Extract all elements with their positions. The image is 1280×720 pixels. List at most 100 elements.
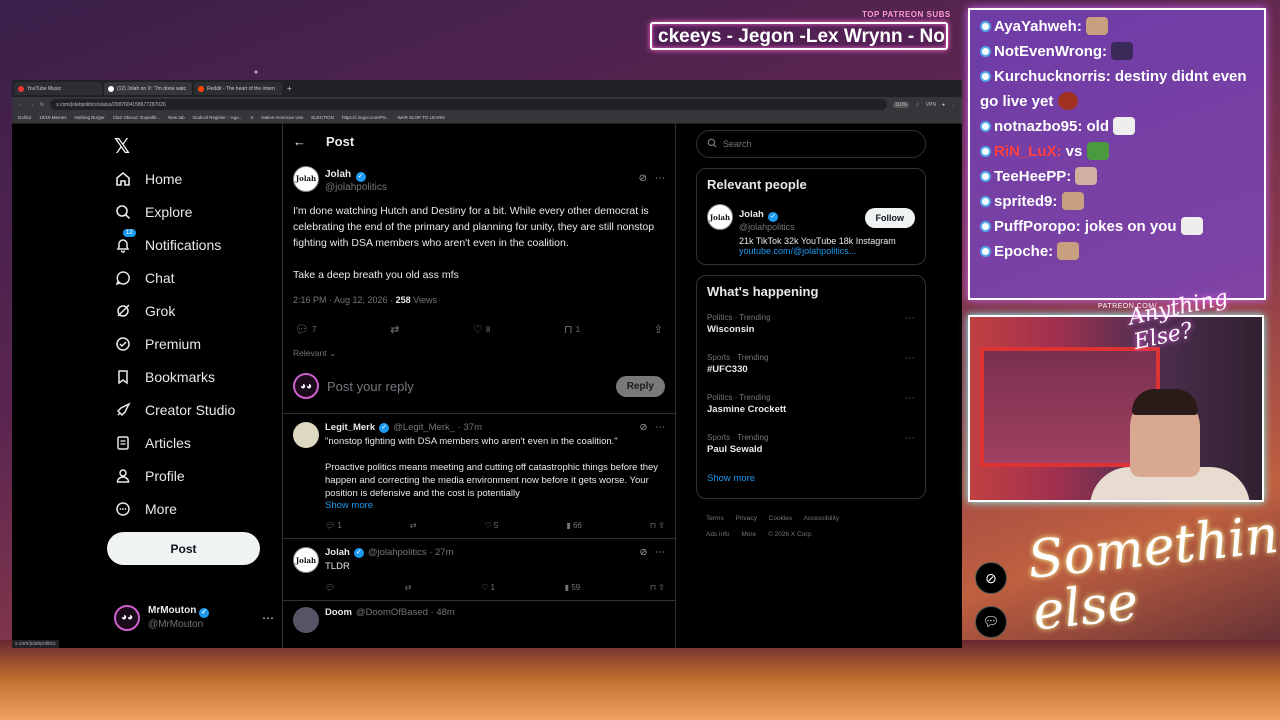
bookmark-item[interactable]: 10/18 Memes — [39, 115, 66, 120]
trend-more-icon[interactable]: ⋯ — [905, 433, 915, 455]
post-button[interactable]: Post — [107, 532, 260, 565]
footer-link[interactable]: Accessibility — [804, 515, 839, 522]
bookmark-item[interactable]: Dollics — [18, 115, 31, 120]
trend-more-icon[interactable]: ⋯ — [905, 393, 915, 415]
reply-item[interactable]: Doom @DoomOfBased · 48m — [283, 601, 675, 641]
reply-author[interactable]: Doom — [325, 607, 352, 618]
person-name[interactable]: Jolah — [739, 209, 764, 220]
reply-input[interactable]: Post your reply — [327, 379, 608, 394]
views-action[interactable]: ▮ 59 — [565, 583, 581, 592]
bookmark-item[interactable]: Clair Obscur: Expediti... — [113, 115, 160, 120]
extension-icon[interactable]: ● — [942, 102, 945, 108]
like-action[interactable]: ♡ 5 — [484, 521, 498, 530]
avatar[interactable] — [293, 422, 319, 448]
tweet-more-icon[interactable]: ⋯ — [655, 173, 665, 184]
trend-item[interactable]: Politics · Trending Jasmine Crockett ⋯ — [707, 393, 915, 415]
chat-float-button[interactable]: 💬︎ — [975, 606, 1007, 638]
grok-icon[interactable]: ⊘ — [639, 173, 647, 184]
avatar[interactable]: Jolah — [293, 165, 319, 192]
sort-dropdown[interactable]: Relevant ⌄ — [293, 348, 665, 359]
star-icon[interactable]: ☆ — [915, 102, 919, 108]
views-action[interactable]: ▮ 66 — [566, 521, 582, 530]
show-more-link[interactable]: Show more — [325, 500, 665, 511]
back-arrow-icon[interactable]: ← — [293, 134, 306, 149]
reply-action[interactable]: 💬︎ 1 — [325, 521, 342, 530]
bookmark-item[interactable]: Godcoil Register :: Agu... — [193, 115, 243, 120]
retweet-action[interactable]: ⇄ — [390, 323, 399, 336]
nav-item-profile[interactable]: Profile — [114, 467, 185, 485]
reply-item[interactable]: Legit_Merk ✓ @Legit_Merk_ · 37m ⊘ ⋯ "nonstop… — [283, 414, 675, 539]
vpn-badge[interactable]: VPN — [926, 102, 936, 108]
avatar[interactable] — [293, 607, 319, 633]
back-icon[interactable]: ← — [18, 102, 23, 108]
reload-icon[interactable]: ↻ — [40, 102, 44, 108]
new-tab-icon[interactable]: + — [287, 84, 292, 93]
bookmark-item[interactable]: https://i.imgur.com/PS... — [342, 115, 390, 120]
tweet-time[interactable]: 2:16 PM · Aug 12, 2026 · — [293, 295, 396, 305]
share-action[interactable]: ⇪ — [654, 323, 663, 336]
bookmark-action[interactable]: ⊓ ⇪ — [650, 583, 665, 592]
retweet-action[interactable]: ⇄ — [410, 521, 417, 530]
x-logo-icon[interactable]: 𝕏 — [114, 134, 130, 158]
author-name[interactable]: Jolah — [325, 169, 351, 180]
account-more-icon[interactable]: ⋯ — [262, 611, 274, 625]
trend-more-icon[interactable]: ⋯ — [905, 353, 915, 375]
url-field[interactable]: x.com/jolahpolitics/status/2087604158677… — [50, 99, 887, 110]
bookmark-item[interactable]: New tab — [168, 115, 185, 120]
nav-item-explore[interactable]: Explore — [114, 203, 192, 221]
reply-button[interactable]: Reply — [615, 375, 665, 397]
footer-link[interactable]: Ads info — [706, 531, 730, 538]
grok-icon[interactable]: ⊘ — [640, 547, 648, 558]
account-switcher[interactable]: ◕◕ MrMouton ✓ @MrMouton ⋯ — [114, 604, 274, 631]
footer-link[interactable]: Privacy — [736, 515, 757, 522]
bookmark-item[interactable]: WAR SLOP TO LEARN — [397, 115, 444, 120]
follow-button[interactable]: Follow — [864, 208, 915, 228]
menu-icon[interactable]: ⋮ — [951, 102, 956, 108]
nav-item-notifications[interactable]: 12 Notifications — [114, 229, 221, 254]
reply-action[interactable]: 💬︎ 7 — [295, 323, 316, 336]
bookmark-item[interactable]: ELECTION — [311, 115, 334, 120]
bookmark-item[interactable]: X — [250, 115, 253, 120]
zoom-indicator[interactable]: 110% — [892, 101, 910, 108]
show-more-link[interactable]: Show more — [707, 473, 915, 484]
bookmark-action[interactable]: ⊓ 1 — [564, 323, 580, 336]
nav-item-articles[interactable]: Articles — [114, 434, 191, 452]
grok-float-button[interactable]: ⊘ — [975, 562, 1007, 594]
nav-item-grok[interactable]: Grok — [114, 302, 175, 320]
nav-item-premium[interactable]: Premium — [114, 335, 201, 353]
nav-item-more[interactable]: More — [114, 500, 177, 518]
reply-author[interactable]: Legit_Merk — [325, 422, 375, 433]
search-input[interactable]: Search — [696, 130, 926, 158]
trend-item[interactable]: Politics · Trending Wisconsin ⋯ — [707, 313, 915, 335]
like-action[interactable]: ♡ 1 — [481, 583, 495, 592]
nav-item-bookmarks[interactable]: Bookmarks — [114, 368, 215, 386]
tab-youtube-music[interactable]: YouTube Music — [14, 82, 102, 95]
trend-more-icon[interactable]: ⋯ — [905, 313, 915, 335]
bookmark-item[interactable]: Nothing Burger — [75, 115, 105, 120]
nav-item-home[interactable]: Home — [114, 170, 182, 188]
footer-link[interactable]: Terms — [706, 515, 724, 522]
retweet-action[interactable]: ⇄ — [405, 583, 412, 592]
tab-reddit[interactable]: Reddit - The heart of the intern — [194, 82, 282, 95]
nav-item-chat[interactable]: Chat — [114, 269, 175, 287]
reply-action[interactable]: 💬︎ — [325, 583, 335, 592]
reply-more-icon[interactable]: ⋯ — [656, 547, 666, 558]
footer-link[interactable]: Cookies — [769, 515, 792, 522]
trend-item[interactable]: Sports · Trending Paul Sewald ⋯ — [707, 433, 915, 455]
avatar[interactable]: Jolah — [293, 547, 319, 573]
forward-icon[interactable]: → — [29, 102, 34, 108]
bookmark-action[interactable]: ⊓ ⇪ — [650, 521, 665, 530]
like-action[interactable]: ♡ 8 — [473, 323, 490, 336]
bookmark-item[interactable]: Native American Use — [261, 115, 303, 120]
footer-link[interactable]: More — [741, 531, 756, 538]
grok-icon[interactable]: ⊘ — [640, 422, 648, 433]
person-link[interactable]: youtube.com/@jolahpolitics... — [739, 246, 915, 256]
reply-item[interactable]: Jolah Jolah ✓ @jolahpolitics · 27m ⊘ ⋯ TLDR … — [283, 539, 675, 601]
nav-item-creator-studio[interactable]: Creator Studio — [114, 401, 235, 419]
author-handle[interactable]: @jolahpolitics — [325, 182, 387, 193]
reply-author[interactable]: Jolah — [325, 547, 350, 558]
trend-item[interactable]: Sports · Trending #UFC330 ⋯ — [707, 353, 915, 375]
tab-x-post[interactable]: (12) Jolah on X: "I'm done watc — [104, 82, 192, 95]
reply-more-icon[interactable]: ⋯ — [656, 422, 666, 433]
avatar[interactable]: Jolah — [707, 204, 733, 230]
